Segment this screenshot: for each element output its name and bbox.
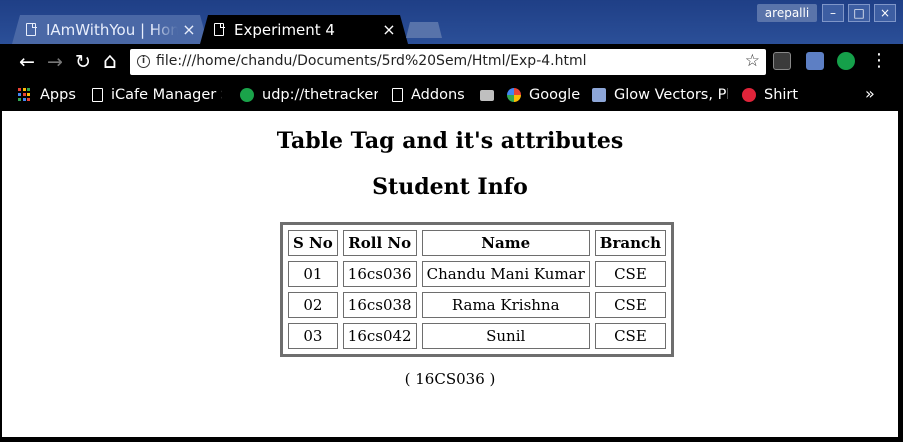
forward-icon[interactable]: → <box>44 51 66 73</box>
page-icon <box>26 22 37 36</box>
table-cell: Sunil <box>421 323 590 349</box>
bookmarks-bar: Apps iCafe Manager Se udp://thetracker A… <box>0 80 903 110</box>
table-cell: 02 <box>288 292 338 318</box>
table-cell: CSE <box>594 261 667 287</box>
bookmark-udp-tracker[interactable]: udp://thetracker <box>240 85 378 105</box>
bookmark-label: Google <box>529 87 581 103</box>
extension-icon[interactable] <box>806 52 824 70</box>
table-cell: Chandu Mani Kumar <box>421 261 590 287</box>
home-icon[interactable]: ⌂ <box>99 51 121 73</box>
tab-title: Experiment 4 <box>234 20 335 39</box>
bookmark-folder[interactable] <box>480 85 498 105</box>
student-table: S No Roll No Name Branch 01 16cs036 Chan… <box>280 222 675 357</box>
page-icon <box>392 88 403 102</box>
page-icon <box>92 88 103 102</box>
bookmark-label: udp://thetracker <box>262 87 378 103</box>
bookmark-glow-vectors[interactable]: Glow Vectors, Ph <box>592 85 728 105</box>
tab-iamwithyou[interactable]: IAmWithYou | Home × <box>12 15 208 44</box>
folder-icon <box>480 89 494 101</box>
column-header: S No <box>288 230 338 256</box>
apps-grid-icon <box>18 88 32 102</box>
page-title: Table Tag and it's attributes <box>276 128 624 154</box>
new-tab-button[interactable] <box>406 22 442 38</box>
table-cell: 01 <box>288 261 338 287</box>
tab-experiment-4[interactable]: Experiment 4 × <box>200 15 408 44</box>
table-cell: CSE <box>594 292 667 318</box>
maximize-button[interactable]: □ <box>848 4 870 22</box>
table-row: 02 16cs038 Rama Krishna CSE <box>288 292 667 318</box>
table-cell: CSE <box>594 323 667 349</box>
table-cell: 16cs036 <box>342 261 417 287</box>
table-cell: 16cs038 <box>342 292 417 318</box>
table-header-row: S No Roll No Name Branch <box>288 230 667 256</box>
bookmark-label: Glow Vectors, Ph <box>614 87 728 103</box>
table-cell: 16cs042 <box>342 323 417 349</box>
info-icon[interactable]: i <box>137 55 150 68</box>
image-icon <box>592 88 606 102</box>
column-header: Name <box>421 230 590 256</box>
table-row: 03 16cs042 Sunil CSE <box>288 323 667 349</box>
bookmark-google[interactable]: Google <box>507 85 587 105</box>
bookmark-shirt[interactable]: Shirt <box>742 85 812 105</box>
minimize-button[interactable]: – <box>822 4 844 22</box>
bookmark-star-icon[interactable]: ☆ <box>745 51 760 71</box>
profile-button[interactable]: arepalli <box>757 4 817 22</box>
bookmark-addons[interactable]: Addons <box>392 85 472 105</box>
close-window-button[interactable]: × <box>874 4 896 22</box>
tab-close-icon[interactable]: × <box>178 20 200 39</box>
table-cell: 03 <box>288 323 338 349</box>
reload-icon[interactable]: ↻ <box>72 51 94 73</box>
column-header: Branch <box>594 230 667 256</box>
url-text[interactable]: file:///home/chandu/Documents/5rd%20Sem/… <box>156 53 587 69</box>
bookmark-label: Addons <box>411 87 465 103</box>
address-bar[interactable]: i file:///home/chandu/Documents/5rd%20Se… <box>130 49 766 75</box>
table-cell: Rama Krishna <box>421 292 590 318</box>
star-badge-icon <box>240 88 254 102</box>
footer-roll-number: ( 16CS036 ) <box>404 370 496 388</box>
tab-close-icon[interactable]: × <box>378 20 400 39</box>
title-bar: IAmWithYou | Home × Experiment 4 × arepa… <box>0 0 903 44</box>
screen-capture-extension-icon[interactable] <box>773 52 791 70</box>
section-heading: Student Info <box>372 174 528 200</box>
page-icon <box>214 22 225 36</box>
bookmark-apps[interactable]: Apps <box>18 85 80 105</box>
shop-icon <box>742 88 756 102</box>
bookmark-icafe[interactable]: iCafe Manager Se <box>92 85 222 105</box>
table-row: 01 16cs036 Chandu Mani Kumar CSE <box>288 261 667 287</box>
grammarly-icon[interactable] <box>837 52 855 70</box>
bookmark-label: Apps <box>40 87 76 103</box>
back-icon[interactable]: ← <box>16 51 38 73</box>
bookmarks-overflow-icon[interactable]: » <box>865 84 875 103</box>
menu-icon[interactable]: ⋮ <box>870 52 888 70</box>
tab-title: IAmWithYou | Home <box>46 20 178 39</box>
bookmark-label: Shirt <box>764 87 799 103</box>
google-icon <box>507 88 521 102</box>
page-content: Table Tag and it's attributes Student In… <box>2 111 898 437</box>
column-header: Roll No <box>342 230 417 256</box>
bookmark-label: iCafe Manager Se <box>111 87 222 103</box>
